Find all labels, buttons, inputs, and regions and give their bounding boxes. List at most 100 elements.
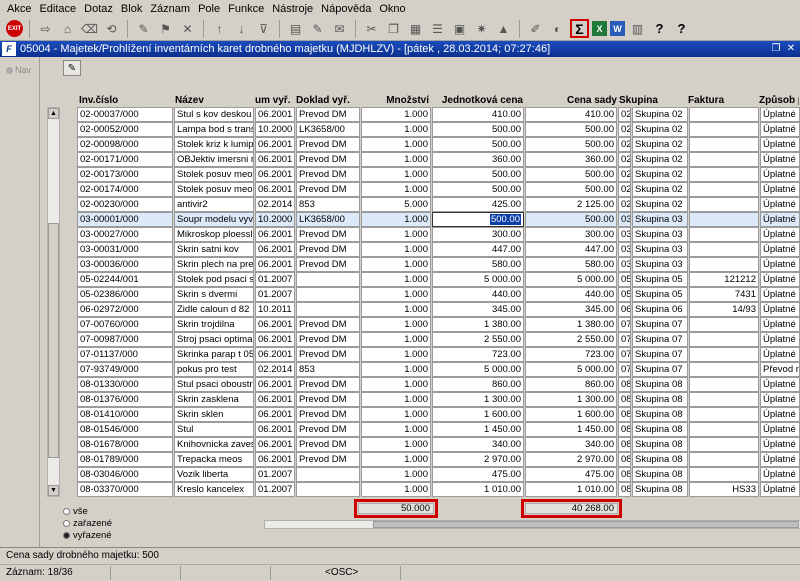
cell-inv[interactable]: 02-00174/000 [77, 182, 173, 197]
cell-datum[interactable]: 06.2001 [255, 392, 295, 407]
cell-doklad[interactable]: Prevod DM [296, 392, 360, 407]
cell-cena-sady[interactable]: 440.00 [525, 287, 617, 302]
cell-sk[interactable]: 08 [618, 467, 631, 482]
cell-datum[interactable]: 10.2011 [255, 302, 295, 317]
cell-inv[interactable]: 02-00098/000 [77, 137, 173, 152]
table-row[interactable]: 06-02972/000 Zidle caloun d 82 10.2011 1.00… [77, 302, 800, 317]
column-header-nazev[interactable]: Název [175, 95, 255, 106]
cell-nazev[interactable]: antivir2 [174, 197, 254, 212]
cell-datum[interactable]: 06.2001 [255, 227, 295, 242]
cell-datum[interactable]: 01.2007 [255, 467, 295, 482]
cell-faktura[interactable] [689, 197, 759, 212]
mail-icon[interactable]: ✉ [330, 19, 349, 38]
notes-icon[interactable]: ▥ [628, 19, 647, 38]
cell-doklad[interactable]: LK3658/00 [296, 212, 360, 227]
cell-mnozstvi[interactable]: 1.000 [361, 332, 431, 347]
cell-mnozstvi[interactable]: 1.000 [361, 167, 431, 182]
cell-zpusob[interactable]: Úplatné n [760, 182, 800, 197]
cell-doklad[interactable]: Prevod DM [296, 407, 360, 422]
settings-icon[interactable]: ✷ [472, 19, 491, 38]
cell-sk[interactable]: 07 [618, 362, 631, 377]
cell-cena-sady[interactable]: 580.00 [525, 257, 617, 272]
hscroll-thumb[interactable] [373, 521, 799, 528]
cell-cena-sady[interactable]: 500.00 [525, 167, 617, 182]
cell-inv[interactable]: 02-00230/000 [77, 197, 173, 212]
table-row[interactable]: 03-00001/000 Soupr modelu vyvoj 10.2000 LK3… [77, 212, 800, 227]
cell-sk[interactable]: 02 [618, 167, 631, 182]
table-row[interactable]: 02-00173/000 Stolek posuv meopt 06.2001 Pre… [77, 167, 800, 182]
radio-circle-icon[interactable] [63, 531, 70, 539]
cell-faktura[interactable] [689, 422, 759, 437]
cell-zpusob[interactable]: Úplatné n [760, 437, 800, 452]
cell-sk[interactable]: 03 [618, 227, 631, 242]
menu-item[interactable]: Funkce [224, 3, 268, 15]
sort-descending-icon[interactable]: ↓ [232, 19, 251, 38]
cell-cena-sady[interactable]: 500.00 [525, 137, 617, 152]
cell-datum[interactable]: 06.2001 [255, 242, 295, 257]
cell-jedn-cena[interactable]: 300.00 [432, 227, 524, 242]
cell-faktura[interactable] [689, 377, 759, 392]
cell-jedn-cena[interactable]: 580.00 [432, 257, 524, 272]
table-row[interactable]: 08-01330/000 Stul psaci oboustr 06.2001 Pre… [77, 377, 800, 392]
cell-skupina[interactable]: Skupina 08 [632, 422, 688, 437]
cell-datum[interactable]: 06.2001 [255, 317, 295, 332]
scroll-down-icon[interactable]: ▼ [48, 485, 59, 496]
column-header-jedn-cena[interactable]: Jednotková cena [431, 95, 523, 106]
cell-nazev[interactable]: Mikroskop ploessl st [174, 227, 254, 242]
cell-skupina[interactable]: Skupina 08 [632, 392, 688, 407]
cell-doklad[interactable] [296, 287, 360, 302]
column-header-zpusob[interactable]: Způsob p [759, 95, 799, 106]
lock-icon[interactable]: ◐ [548, 19, 567, 38]
cell-cena-sady[interactable]: 500.00 [525, 182, 617, 197]
cell-skupina[interactable]: Skupina 08 [632, 377, 688, 392]
cell-sk[interactable]: 08 [618, 422, 631, 437]
excel-export-icon[interactable]: X [592, 21, 607, 36]
menu-item[interactable]: Dotaz [80, 3, 117, 15]
cell-inv[interactable]: 02-00052/000 [77, 122, 173, 137]
cell-skupina[interactable]: Skupina 02 [632, 152, 688, 167]
cell-zpusob[interactable]: Úplatné n [760, 167, 800, 182]
cell-zpusob[interactable]: Úplatné n [760, 347, 800, 362]
cell-mnozstvi[interactable]: 1.000 [361, 317, 431, 332]
query-icon[interactable]: ✎ [134, 19, 153, 38]
cell-doklad[interactable] [296, 482, 360, 497]
cell-cena-sady[interactable]: 475.00 [525, 467, 617, 482]
save-icon[interactable]: ⇨ [36, 19, 55, 38]
cell-faktura[interactable] [689, 167, 759, 182]
cell-inv[interactable]: 03-00001/000 [77, 212, 173, 227]
cell-faktura[interactable] [689, 182, 759, 197]
cell-skupina[interactable]: Skupina 06 [632, 302, 688, 317]
cell-faktura[interactable] [689, 467, 759, 482]
cell-sk[interactable]: 02 [618, 152, 631, 167]
restore-window-icon[interactable]: ❐ [770, 43, 782, 54]
cell-jedn-cena[interactable]: 2 970.00 [432, 452, 524, 467]
calculator-icon[interactable]: ▣ [450, 19, 469, 38]
cell-zpusob[interactable]: Úplatné n [760, 422, 800, 437]
cell-mnozstvi[interactable]: 1.000 [361, 347, 431, 362]
cell-inv[interactable]: 02-00037/000 [77, 107, 173, 122]
cell-faktura[interactable]: 7431 [689, 287, 759, 302]
cell-faktura[interactable] [689, 242, 759, 257]
cell-datum[interactable]: 06.2001 [255, 452, 295, 467]
nav-toggle[interactable]: Nav [0, 57, 39, 75]
table-row[interactable]: 03-00031/000 Skrin satni kov 06.2001 Prevod… [77, 242, 800, 257]
cell-faktura[interactable] [689, 362, 759, 377]
cell-doklad[interactable] [296, 272, 360, 287]
cell-faktura[interactable] [689, 122, 759, 137]
cell-skupina[interactable]: Skupina 08 [632, 452, 688, 467]
cell-jedn-cena[interactable]: 360.00 [432, 152, 524, 167]
cell-doklad[interactable]: Prevod DM [296, 227, 360, 242]
cell-mnozstvi[interactable]: 1.000 [361, 377, 431, 392]
cell-jedn-cena[interactable]: 345.00 [432, 302, 524, 317]
vertical-scrollbar[interactable]: ▲ ▼ [47, 107, 60, 497]
table-row[interactable]: 08-03370/000 Kreslo kancelex 01.2007 1.000 1… [77, 482, 800, 497]
cell-doklad[interactable]: Prevod DM [296, 107, 360, 122]
table-row[interactable]: 02-00052/000 Lampa bod s transf 10.2000 LK3… [77, 122, 800, 137]
table-row[interactable]: 02-00230/000 antivir2 02.2014 853 5.000 425.0… [77, 197, 800, 212]
cell-zpusob[interactable]: Úplatné n [760, 452, 800, 467]
column-header-inv[interactable]: Inv.číslo [79, 95, 169, 106]
scroll-up-icon[interactable]: ▲ [48, 108, 59, 119]
table-row[interactable]: 07-00987/000 Stroj psaci optima 06.2001 Pre… [77, 332, 800, 347]
cell-sk[interactable]: 07 [618, 347, 631, 362]
cell-jedn-cena[interactable]: 440.00 [432, 287, 524, 302]
